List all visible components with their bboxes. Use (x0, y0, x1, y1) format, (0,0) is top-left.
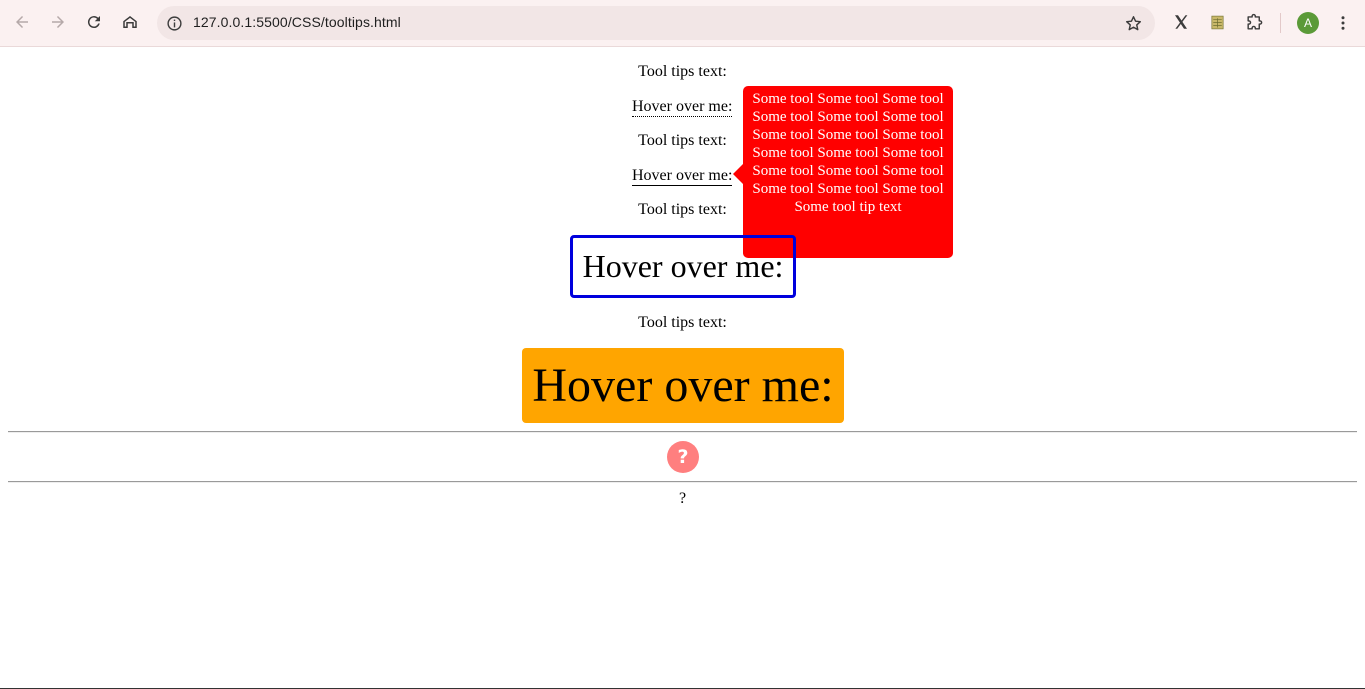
tooltip-label-3: Tool tips text: (638, 201, 727, 218)
kebab-menu-icon[interactable] (1332, 11, 1354, 35)
puzzle-icon[interactable] (1241, 9, 1267, 35)
tooltip-label-4: Tool tips text: (638, 314, 727, 331)
hover-target-2[interactable]: Hover over me: (632, 167, 733, 186)
info-icon[interactable] (164, 13, 184, 33)
arrow-right-icon (52, 16, 64, 28)
reload-icon (87, 16, 100, 29)
home-button[interactable] (115, 7, 145, 37)
divider-top (8, 431, 1357, 433)
tooltip-arrow (733, 164, 743, 184)
divider-bottom (8, 481, 1357, 483)
forward-button[interactable] (43, 7, 73, 37)
home-icon (123, 16, 137, 28)
tooltip-label-2: Tool tips text: (638, 132, 727, 149)
arrow-left-icon (16, 16, 28, 28)
tooltip-popup: Some tool Some tool Some tool Some tool … (743, 86, 953, 258)
tooltip-label-1: Tool tips text: (638, 63, 727, 80)
browser-toolbar: 127.0.0.1:5500/CSS/tooltips.html A (0, 0, 1365, 47)
url-text[interactable]: 127.0.0.1:5500/CSS/tooltips.html (193, 14, 401, 30)
hover-target-1[interactable]: Hover over me: (632, 98, 733, 117)
profile-avatar[interactable]: A (1297, 12, 1319, 34)
back-button[interactable] (7, 7, 37, 37)
hover-target-4-orange[interactable]: Hover over me: (522, 348, 844, 423)
toolbar-separator (1280, 13, 1281, 33)
help-question-icon[interactable]: ? (667, 441, 699, 473)
x-logo-icon[interactable] (1168, 9, 1194, 35)
spreadsheet-icon[interactable] (1204, 9, 1230, 35)
question-text: ? (678, 490, 687, 507)
bookmark-star-icon[interactable] (1121, 11, 1145, 35)
hover-target-3-bordered[interactable]: Hover over me: (570, 235, 796, 298)
page-body: Tool tips text: Hover over me: Tool tips… (0, 47, 1365, 689)
address-bar[interactable]: 127.0.0.1:5500/CSS/tooltips.html (157, 6, 1155, 40)
reload-button[interactable] (79, 7, 109, 37)
